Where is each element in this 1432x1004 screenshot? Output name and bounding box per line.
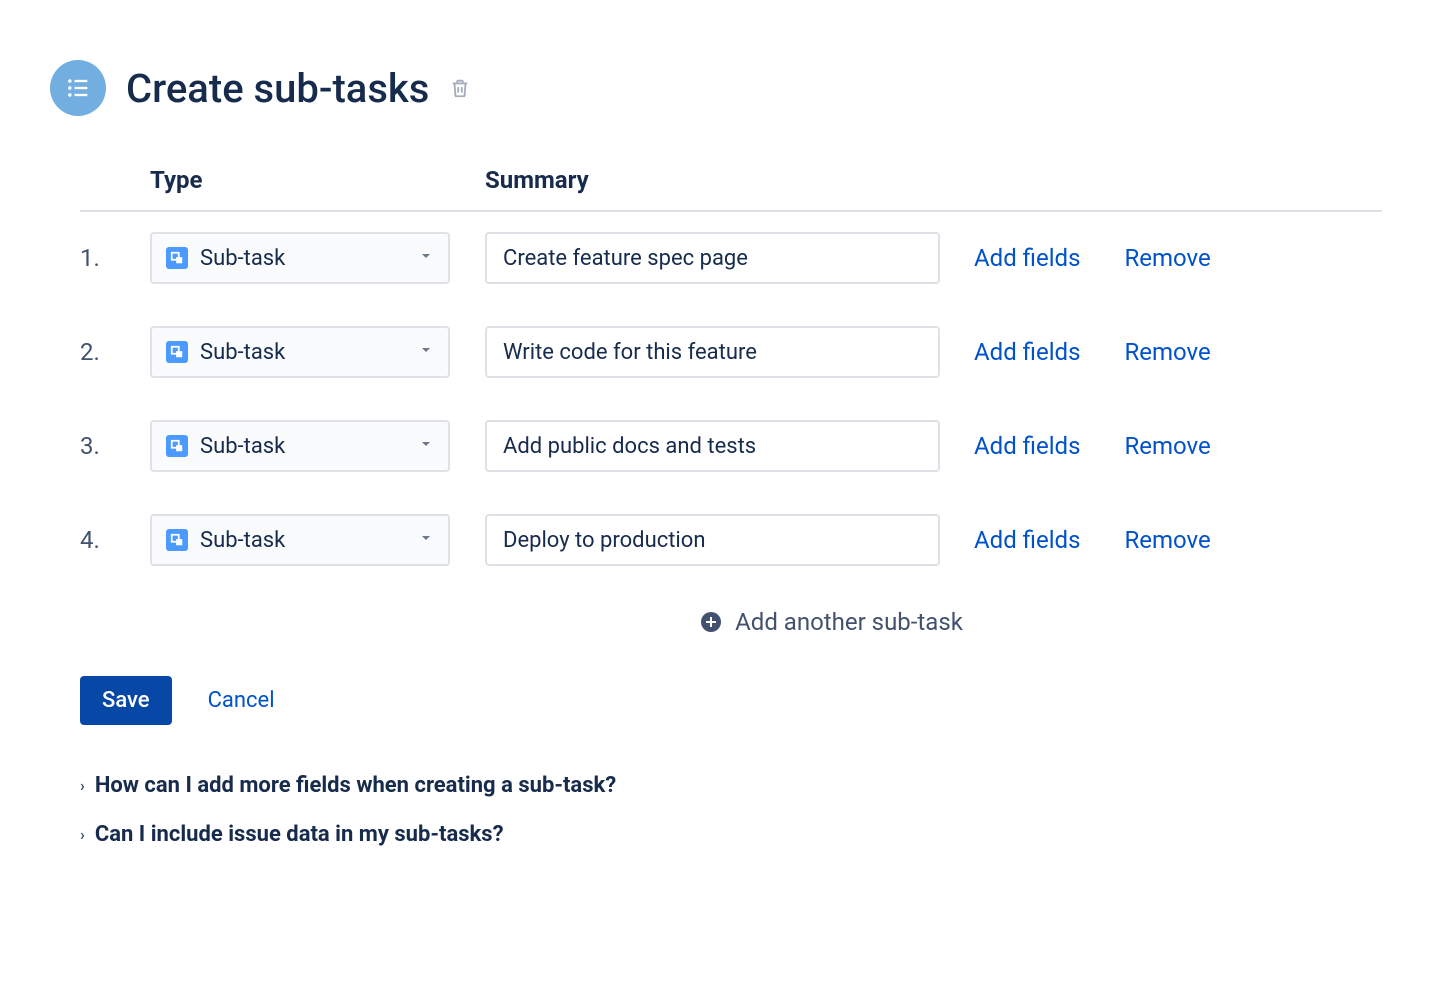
type-label: Sub-task (200, 340, 418, 365)
list-icon (50, 60, 106, 116)
save-button[interactable]: Save (80, 676, 172, 725)
add-fields-link[interactable]: Add fields (974, 338, 1080, 366)
summary-input[interactable] (485, 420, 940, 472)
add-another-label: Add another sub-task (735, 608, 963, 636)
add-fields-link[interactable]: Add fields (974, 526, 1080, 554)
help-toggle[interactable]: › How can I add more fields when creatin… (80, 773, 1382, 798)
summary-column-header: Summary (485, 166, 975, 194)
chevron-down-icon (418, 342, 434, 362)
chevron-down-icon (418, 436, 434, 456)
subtask-icon (166, 341, 188, 363)
help-toggle[interactable]: › Can I include issue data in my sub-tas… (80, 822, 1382, 847)
summary-input[interactable] (485, 232, 940, 284)
row-number: 1. (80, 244, 150, 272)
row-number: 2. (80, 338, 150, 366)
page-title: Create sub-tasks (126, 65, 429, 112)
type-select[interactable]: Sub-task (150, 326, 450, 378)
type-label: Sub-task (200, 528, 418, 553)
trash-icon[interactable] (449, 77, 471, 99)
footer-buttons: Save Cancel (80, 676, 1382, 725)
remove-link[interactable]: Remove (1124, 432, 1210, 460)
table-header: Type Summary (80, 166, 1382, 212)
remove-link[interactable]: Remove (1124, 338, 1210, 366)
plus-circle-icon (699, 610, 723, 634)
type-column-header: Type (150, 166, 485, 194)
type-label: Sub-task (200, 246, 418, 271)
table-row: 4. Sub-task Add fields Remove (80, 514, 1382, 566)
type-label: Sub-task (200, 434, 418, 459)
chevron-right-icon: › (80, 825, 85, 844)
chevron-right-icon: › (80, 776, 85, 795)
subtask-icon (166, 529, 188, 551)
chevron-down-icon (418, 530, 434, 550)
remove-link[interactable]: Remove (1124, 244, 1210, 272)
help-question: Can I include issue data in my sub-tasks… (95, 822, 504, 847)
chevron-down-icon (418, 248, 434, 268)
subtask-table: Type Summary 1. Sub-task Add fields Remo… (80, 166, 1382, 847)
add-another-subtask[interactable]: Add another sub-task (80, 608, 1382, 636)
table-row: 2. Sub-task Add fields Remove (80, 326, 1382, 378)
table-row: 3. Sub-task Add fields Remove (80, 420, 1382, 472)
type-select[interactable]: Sub-task (150, 232, 450, 284)
page-header: Create sub-tasks (50, 60, 1382, 116)
type-select[interactable]: Sub-task (150, 514, 450, 566)
row-number: 3. (80, 432, 150, 460)
subtask-icon (166, 435, 188, 457)
type-select[interactable]: Sub-task (150, 420, 450, 472)
help-question: How can I add more fields when creating … (95, 773, 616, 798)
add-fields-link[interactable]: Add fields (974, 432, 1080, 460)
summary-input[interactable] (485, 514, 940, 566)
add-fields-link[interactable]: Add fields (974, 244, 1080, 272)
remove-link[interactable]: Remove (1124, 526, 1210, 554)
row-number: 4. (80, 526, 150, 554)
table-row: 1. Sub-task Add fields Remove (80, 232, 1382, 284)
summary-input[interactable] (485, 326, 940, 378)
cancel-button[interactable]: Cancel (208, 688, 275, 713)
subtask-icon (166, 247, 188, 269)
